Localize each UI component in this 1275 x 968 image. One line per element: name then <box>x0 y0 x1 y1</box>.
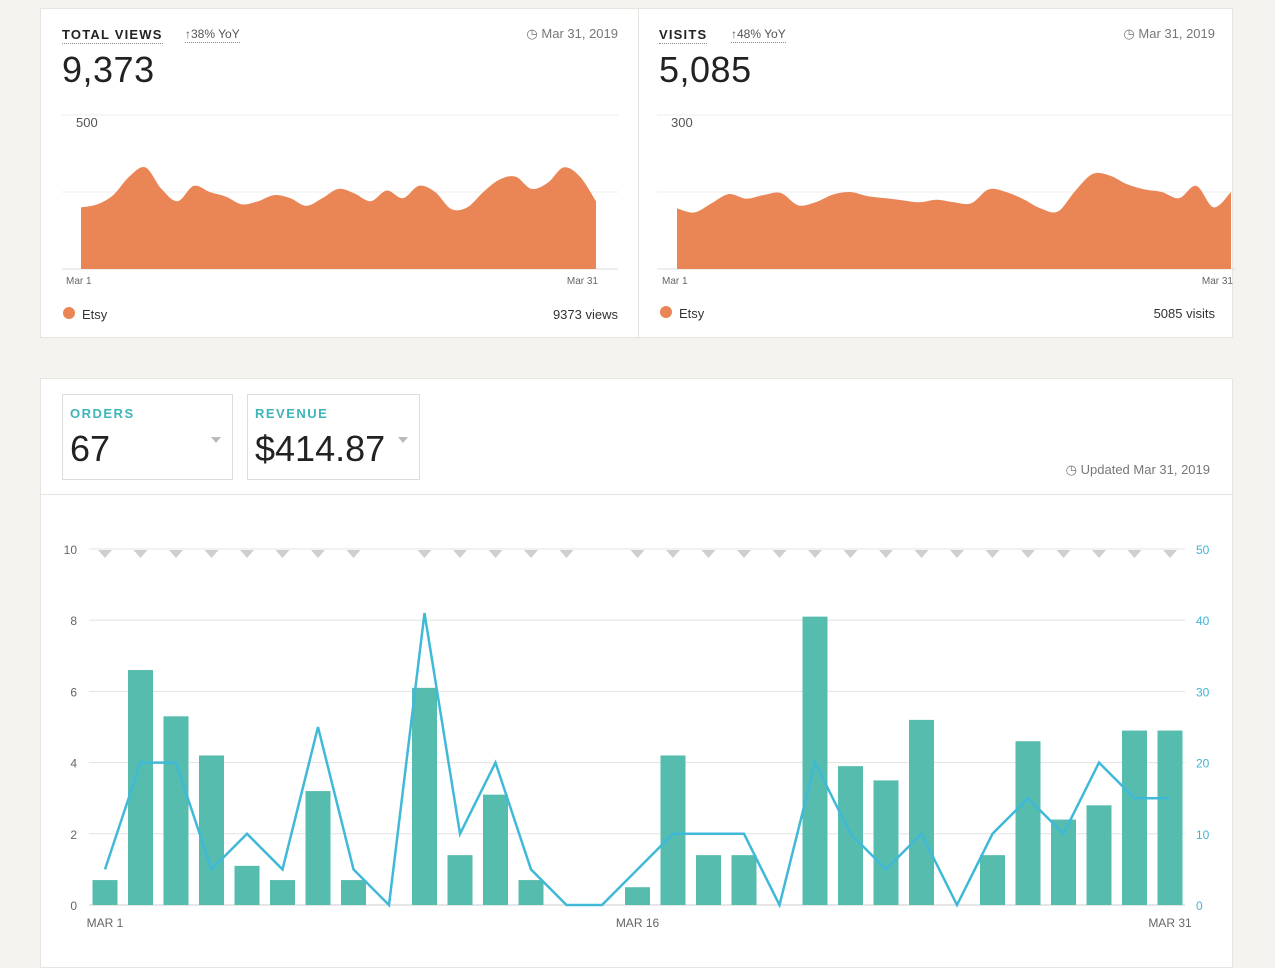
event-marker <box>133 550 148 558</box>
event-marker <box>950 550 964 558</box>
event-marker <box>275 550 290 558</box>
left-axis-tick: 0 <box>70 899 77 913</box>
event-marker <box>666 550 680 558</box>
orders-bar <box>92 880 118 905</box>
orders-bar <box>305 791 331 905</box>
orders-revenue-chart: 0 2 4 6 8 10 0 10 20 30 40 50 MAR 1 MAR 16 MAR 31 <box>64 543 1210 930</box>
event-marker <box>524 550 538 558</box>
event-marker <box>1021 550 1035 558</box>
event-marker <box>311 550 325 558</box>
event-marker <box>1056 550 1071 558</box>
event-marker <box>772 550 787 558</box>
event-marker <box>453 550 467 558</box>
orders-bar <box>873 780 899 905</box>
orders-bar <box>270 880 295 905</box>
orders-bar <box>1015 741 1041 905</box>
orders-bar <box>1157 730 1183 905</box>
orders-bar <box>163 716 189 905</box>
right-axis-tick: 10 <box>1196 828 1210 842</box>
left-axis-tick: 10 <box>64 543 78 557</box>
orders-bar <box>838 766 863 905</box>
orders-bar <box>412 687 437 905</box>
right-axis-tick: 20 <box>1196 757 1210 771</box>
orders-bar <box>199 755 224 905</box>
orders-bar <box>447 855 473 905</box>
event-marker <box>701 550 716 558</box>
event-marker <box>417 550 432 558</box>
x-tick-label: MAR 1 <box>87 916 124 930</box>
event-marker <box>1092 550 1106 558</box>
event-marker <box>346 550 361 558</box>
orders-bar <box>731 855 757 905</box>
event-marker <box>98 550 112 558</box>
event-marker <box>559 550 574 558</box>
left-axis-tick: 4 <box>70 757 77 771</box>
right-axis-tick: 50 <box>1196 543 1210 557</box>
event-marker <box>985 550 1000 558</box>
right-axis-tick: 0 <box>1196 899 1203 913</box>
event-marker <box>630 550 645 558</box>
event-marker <box>737 550 751 558</box>
orders-bar <box>1122 730 1147 905</box>
event-marker <box>488 550 503 558</box>
event-marker <box>879 550 893 558</box>
event-marker <box>1127 550 1142 558</box>
x-tick-label: MAR 16 <box>616 916 660 930</box>
orders-bar <box>483 794 508 905</box>
orders-bar <box>980 855 1005 905</box>
left-axis-tick: 2 <box>70 828 77 842</box>
left-axis-tick: 6 <box>70 685 77 699</box>
event-marker <box>843 550 858 558</box>
revenue-line <box>103 612 1170 909</box>
x-tick-label: MAR 31 <box>1148 916 1192 930</box>
orders-bar <box>696 855 721 905</box>
orders-bar <box>1086 805 1112 905</box>
orders-bar <box>341 880 366 905</box>
orders-bar <box>518 880 544 905</box>
orders-bar <box>660 755 686 905</box>
event-marker <box>169 550 183 558</box>
event-marker <box>204 550 219 558</box>
orders-bar <box>234 865 260 905</box>
orders-bar <box>909 719 934 905</box>
event-marker <box>914 550 929 558</box>
right-axis-tick: 40 <box>1196 614 1210 628</box>
orders-bar <box>625 887 650 905</box>
event-marker <box>1163 550 1177 558</box>
event-marker <box>240 550 254 558</box>
right-axis-tick: 30 <box>1196 685 1210 699</box>
event-marker <box>808 550 822 558</box>
left-axis-tick: 8 <box>70 614 77 628</box>
